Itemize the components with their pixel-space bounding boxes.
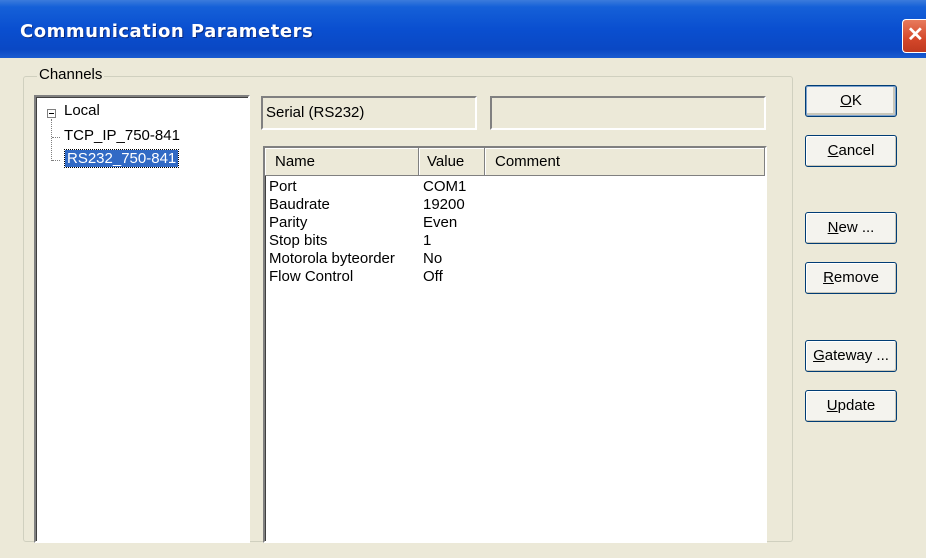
param-value: COM1 bbox=[423, 178, 467, 195]
tree-connector bbox=[52, 160, 60, 161]
channel-type-text: Serial (RS232) bbox=[266, 104, 365, 121]
update-button[interactable]: Update bbox=[805, 390, 897, 422]
remove-button[interactable]: Remove bbox=[805, 262, 897, 294]
communication-parameters-dialog: Communication Parameters ✕ Channels Loca… bbox=[0, 0, 926, 558]
close-button[interactable]: ✕ bbox=[902, 19, 926, 53]
param-name: Motorola byteorder bbox=[269, 250, 395, 267]
param-value: Off bbox=[423, 268, 443, 285]
param-name: Parity bbox=[269, 214, 308, 231]
window-title: Communication Parameters bbox=[20, 21, 314, 42]
tree-item-local[interactable]: Local bbox=[64, 102, 100, 119]
param-name: Port bbox=[269, 178, 297, 195]
channels-tree[interactable]: Local TCP_IP_750-841 RS232_750-841 bbox=[34, 95, 250, 543]
param-value: Even bbox=[423, 214, 458, 231]
param-value: 19200 bbox=[423, 196, 465, 213]
cancel-button[interactable]: Cancel bbox=[805, 135, 897, 167]
title-bar[interactable]: Communication Parameters ✕ bbox=[0, 0, 926, 58]
column-header-comment[interactable]: Comment bbox=[485, 148, 765, 176]
tree-connector bbox=[51, 119, 52, 161]
param-value: No bbox=[423, 250, 443, 267]
close-icon: ✕ bbox=[907, 24, 924, 46]
collapse-icon[interactable] bbox=[47, 109, 56, 118]
tree-item-tcp-ip[interactable]: TCP_IP_750-841 bbox=[64, 127, 180, 144]
channels-legend: Channels bbox=[37, 66, 105, 83]
channel-info-field bbox=[490, 96, 766, 130]
param-name: Baudrate bbox=[269, 196, 330, 213]
channel-type-field: Serial (RS232) bbox=[261, 96, 477, 130]
parameters-list[interactable]: Name Value Comment Port COM1 Baudrate 19… bbox=[263, 146, 767, 543]
param-value: 1 bbox=[423, 232, 432, 249]
tree-connector bbox=[52, 137, 60, 138]
gateway-button[interactable]: Gateway ... bbox=[805, 340, 897, 372]
new-button[interactable]: New ... bbox=[805, 212, 897, 244]
ok-button[interactable]: OK bbox=[805, 85, 897, 117]
param-name: Stop bits bbox=[269, 232, 328, 249]
column-header-name[interactable]: Name bbox=[265, 148, 419, 176]
tree-item-rs232[interactable]: RS232_750-841 bbox=[63, 149, 180, 168]
column-header-value[interactable]: Value bbox=[419, 148, 485, 176]
param-name: Flow Control bbox=[269, 268, 354, 285]
